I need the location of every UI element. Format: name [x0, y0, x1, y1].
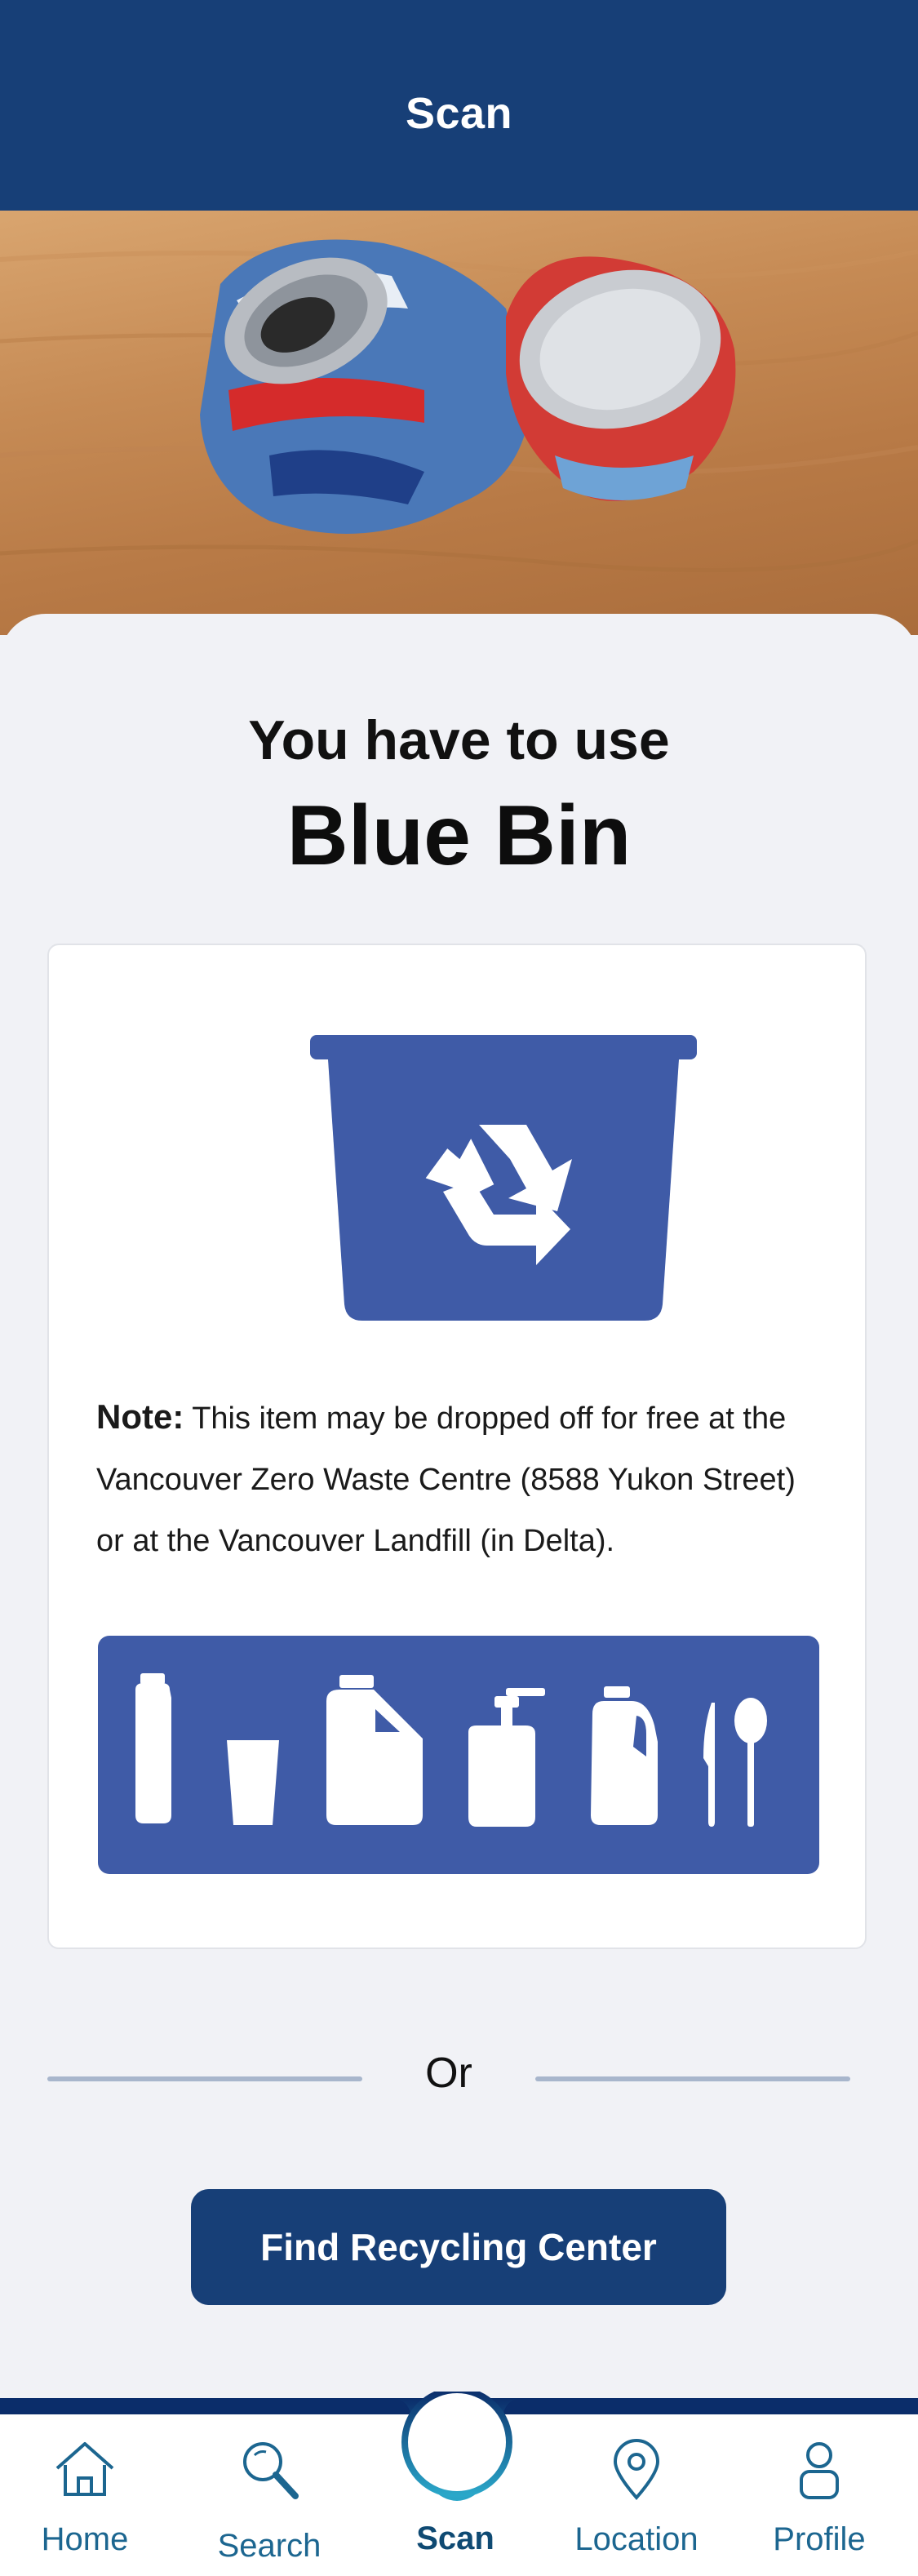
result-intro-text: You have to use [248, 709, 670, 771]
nav-item-search[interactable]: Search [204, 2414, 335, 2576]
nav-label-location: Location [574, 2521, 698, 2557]
app-header: Scan [0, 0, 918, 211]
jug-icon [326, 1675, 423, 1825]
bin-name-heading: Blue Bin [286, 788, 632, 883]
cup-icon [227, 1740, 279, 1825]
drop-off-note: Note: This item may be dropped off for f… [96, 1386, 831, 1572]
spoon-icon [734, 1698, 767, 1827]
nav-label-home: Home [41, 2521, 129, 2557]
nav-item-scan[interactable] [375, 2387, 539, 2526]
nav-item-profile[interactable]: Profile [754, 2414, 885, 2576]
bottle-icon [135, 1673, 171, 1823]
nav-item-location[interactable]: Location [571, 2414, 702, 2576]
divider-left-line [47, 2076, 362, 2081]
knife-icon [703, 1703, 715, 1827]
scan-icon [375, 2387, 539, 2501]
profile-icon [800, 2442, 839, 2499]
divider-or-label: Or [425, 2050, 472, 2097]
accepted-items-panel [98, 1636, 819, 1874]
nav-label-profile: Profile [773, 2521, 866, 2557]
location-pin-icon [613, 2439, 660, 2501]
scanned-item-photo [0, 211, 918, 635]
recycling-bin-icon [310, 1035, 697, 1333]
divider-right-line [535, 2076, 850, 2081]
milk-jug-icon [591, 1686, 658, 1825]
note-text: This item may be dropped off for free at… [96, 1401, 796, 1558]
nav-item-home[interactable]: Home [20, 2414, 150, 2576]
find-recycling-center-button[interactable]: Find Recycling Center [191, 2189, 726, 2305]
bin-info-card: Note: This item may be dropped off for f… [47, 944, 867, 1949]
note-label: Note: [96, 1397, 184, 1436]
search-icon [243, 2442, 299, 2499]
home-icon [55, 2442, 114, 2496]
page-title: Scan [405, 89, 513, 138]
pump-bottle-icon [468, 1688, 545, 1827]
nav-label-search: Search [217, 2528, 322, 2564]
nav-label-scan: Scan [416, 2520, 494, 2556]
